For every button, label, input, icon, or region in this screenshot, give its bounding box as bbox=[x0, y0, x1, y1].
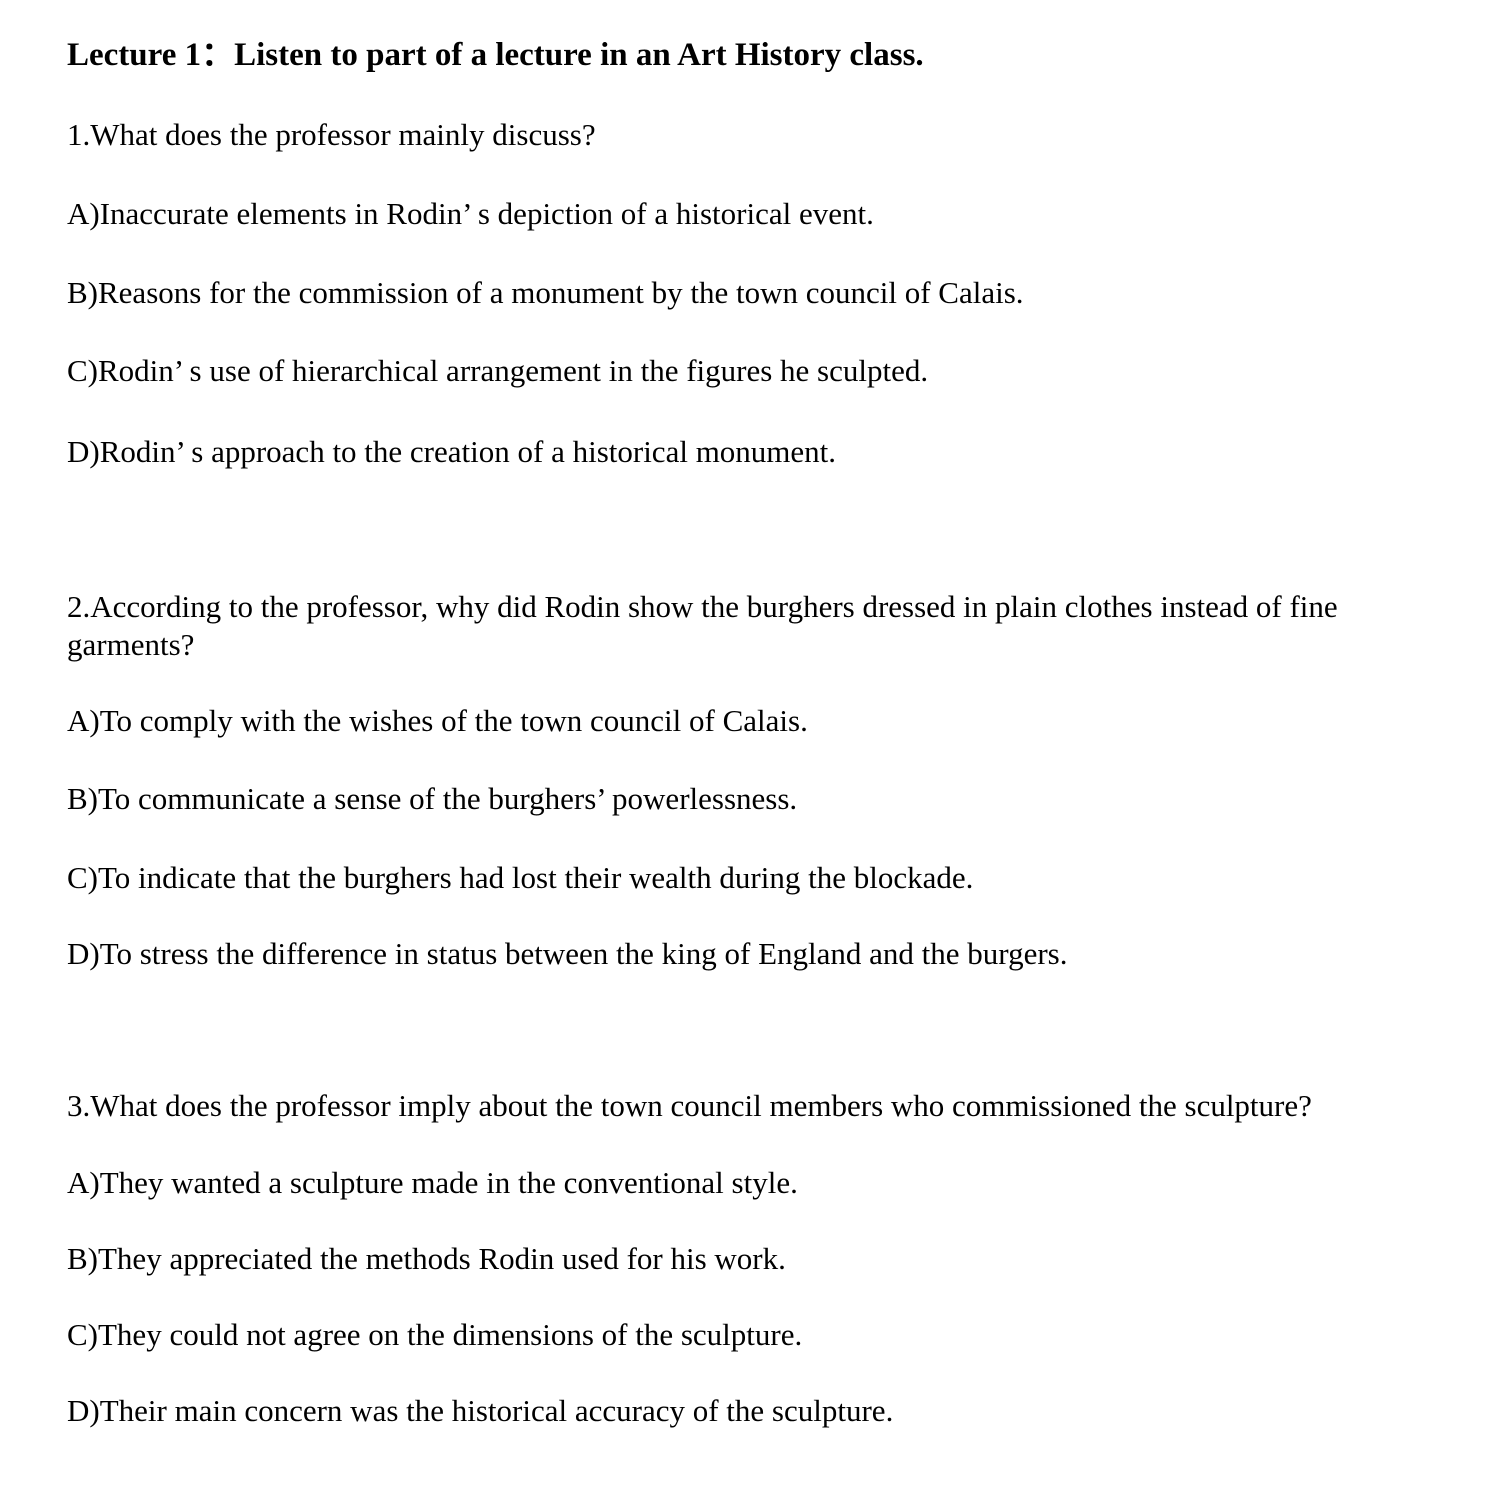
question-1-option-b: B)Reasons for the commission of a monume… bbox=[67, 275, 1024, 310]
question-3-option-a: A)They wanted a sculpture made in the co… bbox=[67, 1165, 798, 1200]
question-2-prompt: 2.According to the professor, why did Ro… bbox=[67, 589, 1338, 662]
document-page: Lecture 1：Listen to part of a lecture in… bbox=[0, 0, 1494, 1502]
question-1-prompt: 1.What does the professor mainly discuss… bbox=[67, 117, 596, 152]
lecture-title: Lecture 1：Listen to part of a lecture in… bbox=[67, 37, 924, 73]
question-2-option-b: B)To communicate a sense of the burghers… bbox=[67, 781, 798, 816]
question-3-option-c: C)They could not agree on the dimensions… bbox=[67, 1317, 803, 1352]
question-1-option-c: C)Rodin’ s use of hierarchical arrangeme… bbox=[67, 353, 929, 388]
question-2-option-d: D)To stress the difference in status bet… bbox=[67, 936, 1068, 971]
question-1-option-d: D)Rodin’ s approach to the creation of a… bbox=[67, 434, 837, 469]
question-2-option-a: A)To comply with the wishes of the town … bbox=[67, 703, 808, 738]
question-3-option-b: B)They appreciated the methods Rodin use… bbox=[67, 1241, 786, 1276]
question-2-option-c: C)To indicate that the burghers had lost… bbox=[67, 860, 974, 895]
question-3-prompt: 3.What does the professor imply about th… bbox=[67, 1088, 1312, 1123]
question-1-option-a: A)Inaccurate elements in Rodin’ s depict… bbox=[67, 196, 874, 231]
question-3-option-d: D)Their main concern was the historical … bbox=[67, 1393, 894, 1428]
